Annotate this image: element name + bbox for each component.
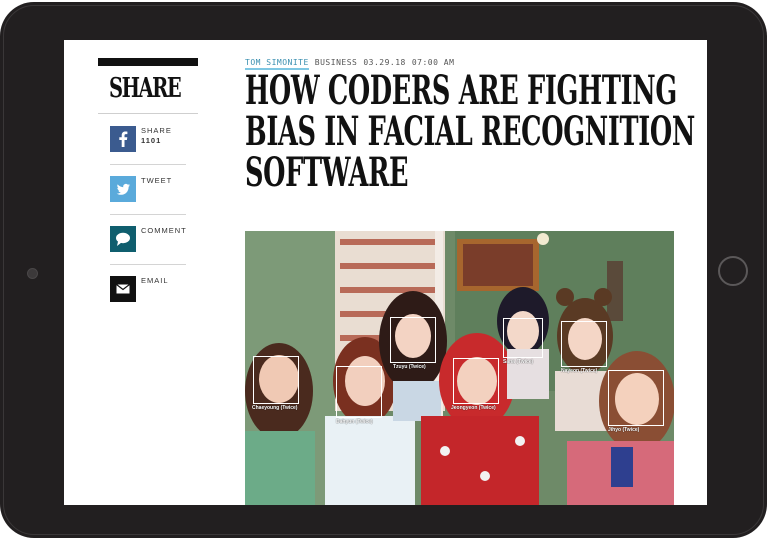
comment-icon xyxy=(110,226,136,252)
face-detection-box xyxy=(561,321,607,367)
facebook-share-label: SHARE xyxy=(141,126,172,135)
face-label: Nayeon (Twice) xyxy=(561,368,598,374)
article-headline: HOW CODERS ARE FIGHTING BIAS IN FACIAL R… xyxy=(245,67,695,196)
publish-time: 07:00 AM xyxy=(411,58,455,67)
hero-photo: Chaeyoung (Twice) Dahyun (Twice) Tzuyu (… xyxy=(245,231,674,505)
tablet-frame: SHARE SHARE 1101 TWEET COMMENT EMAIL TOM… xyxy=(0,2,767,538)
share-top-rule xyxy=(98,58,198,66)
face-label: Jeongyeon (Twice) xyxy=(451,405,496,411)
headline-line: SOFTWARE xyxy=(245,149,409,196)
email-button[interactable]: EMAIL xyxy=(110,276,190,316)
email-label: EMAIL xyxy=(141,276,169,285)
camera-icon xyxy=(27,268,38,279)
share-heading: SHARE xyxy=(109,73,182,104)
face-label: Dahyun (Twice) xyxy=(336,419,373,425)
face-label: Sana (Twice) xyxy=(503,359,534,365)
share-divider xyxy=(98,113,198,114)
face-label: Tzuyu (Twice) xyxy=(393,364,426,370)
publish-date: 03.29.18 xyxy=(363,58,406,67)
face-detection-box xyxy=(390,317,436,363)
share-count: 1101 xyxy=(141,136,162,145)
twitter-icon xyxy=(110,176,136,202)
comment-button[interactable]: COMMENT xyxy=(110,226,190,266)
article-meta: TOM SIMONITE BUSINESS 03.29.18 07:00 AM xyxy=(245,58,455,70)
share-item-divider xyxy=(110,214,186,215)
headline-line: HOW CODERS ARE FIGHTING xyxy=(245,67,677,114)
facebook-share-button[interactable]: SHARE 1101 xyxy=(110,126,190,166)
face-detection-box xyxy=(503,318,543,358)
face-detection-box xyxy=(608,370,664,426)
face-detection-box xyxy=(453,358,499,404)
section-link[interactable]: BUSINESS xyxy=(315,58,358,67)
home-button[interactable] xyxy=(718,256,748,286)
share-item-divider xyxy=(110,264,186,265)
tweet-label: TWEET xyxy=(141,176,173,185)
face-label: Chaeyoung (Twice) xyxy=(252,405,298,411)
facebook-icon xyxy=(110,126,136,152)
face-label: Jihyo (Twice) xyxy=(608,427,640,433)
headline-line: BIAS IN FACIAL RECOGNITION xyxy=(245,108,695,155)
face-detection-box xyxy=(253,356,299,404)
comment-label: COMMENT xyxy=(141,226,187,235)
tweet-button[interactable]: TWEET xyxy=(110,176,190,216)
share-item-divider xyxy=(110,164,186,165)
email-icon xyxy=(110,276,136,302)
face-detection-box xyxy=(336,366,382,418)
article-page: SHARE SHARE 1101 TWEET COMMENT EMAIL TOM… xyxy=(64,40,707,505)
